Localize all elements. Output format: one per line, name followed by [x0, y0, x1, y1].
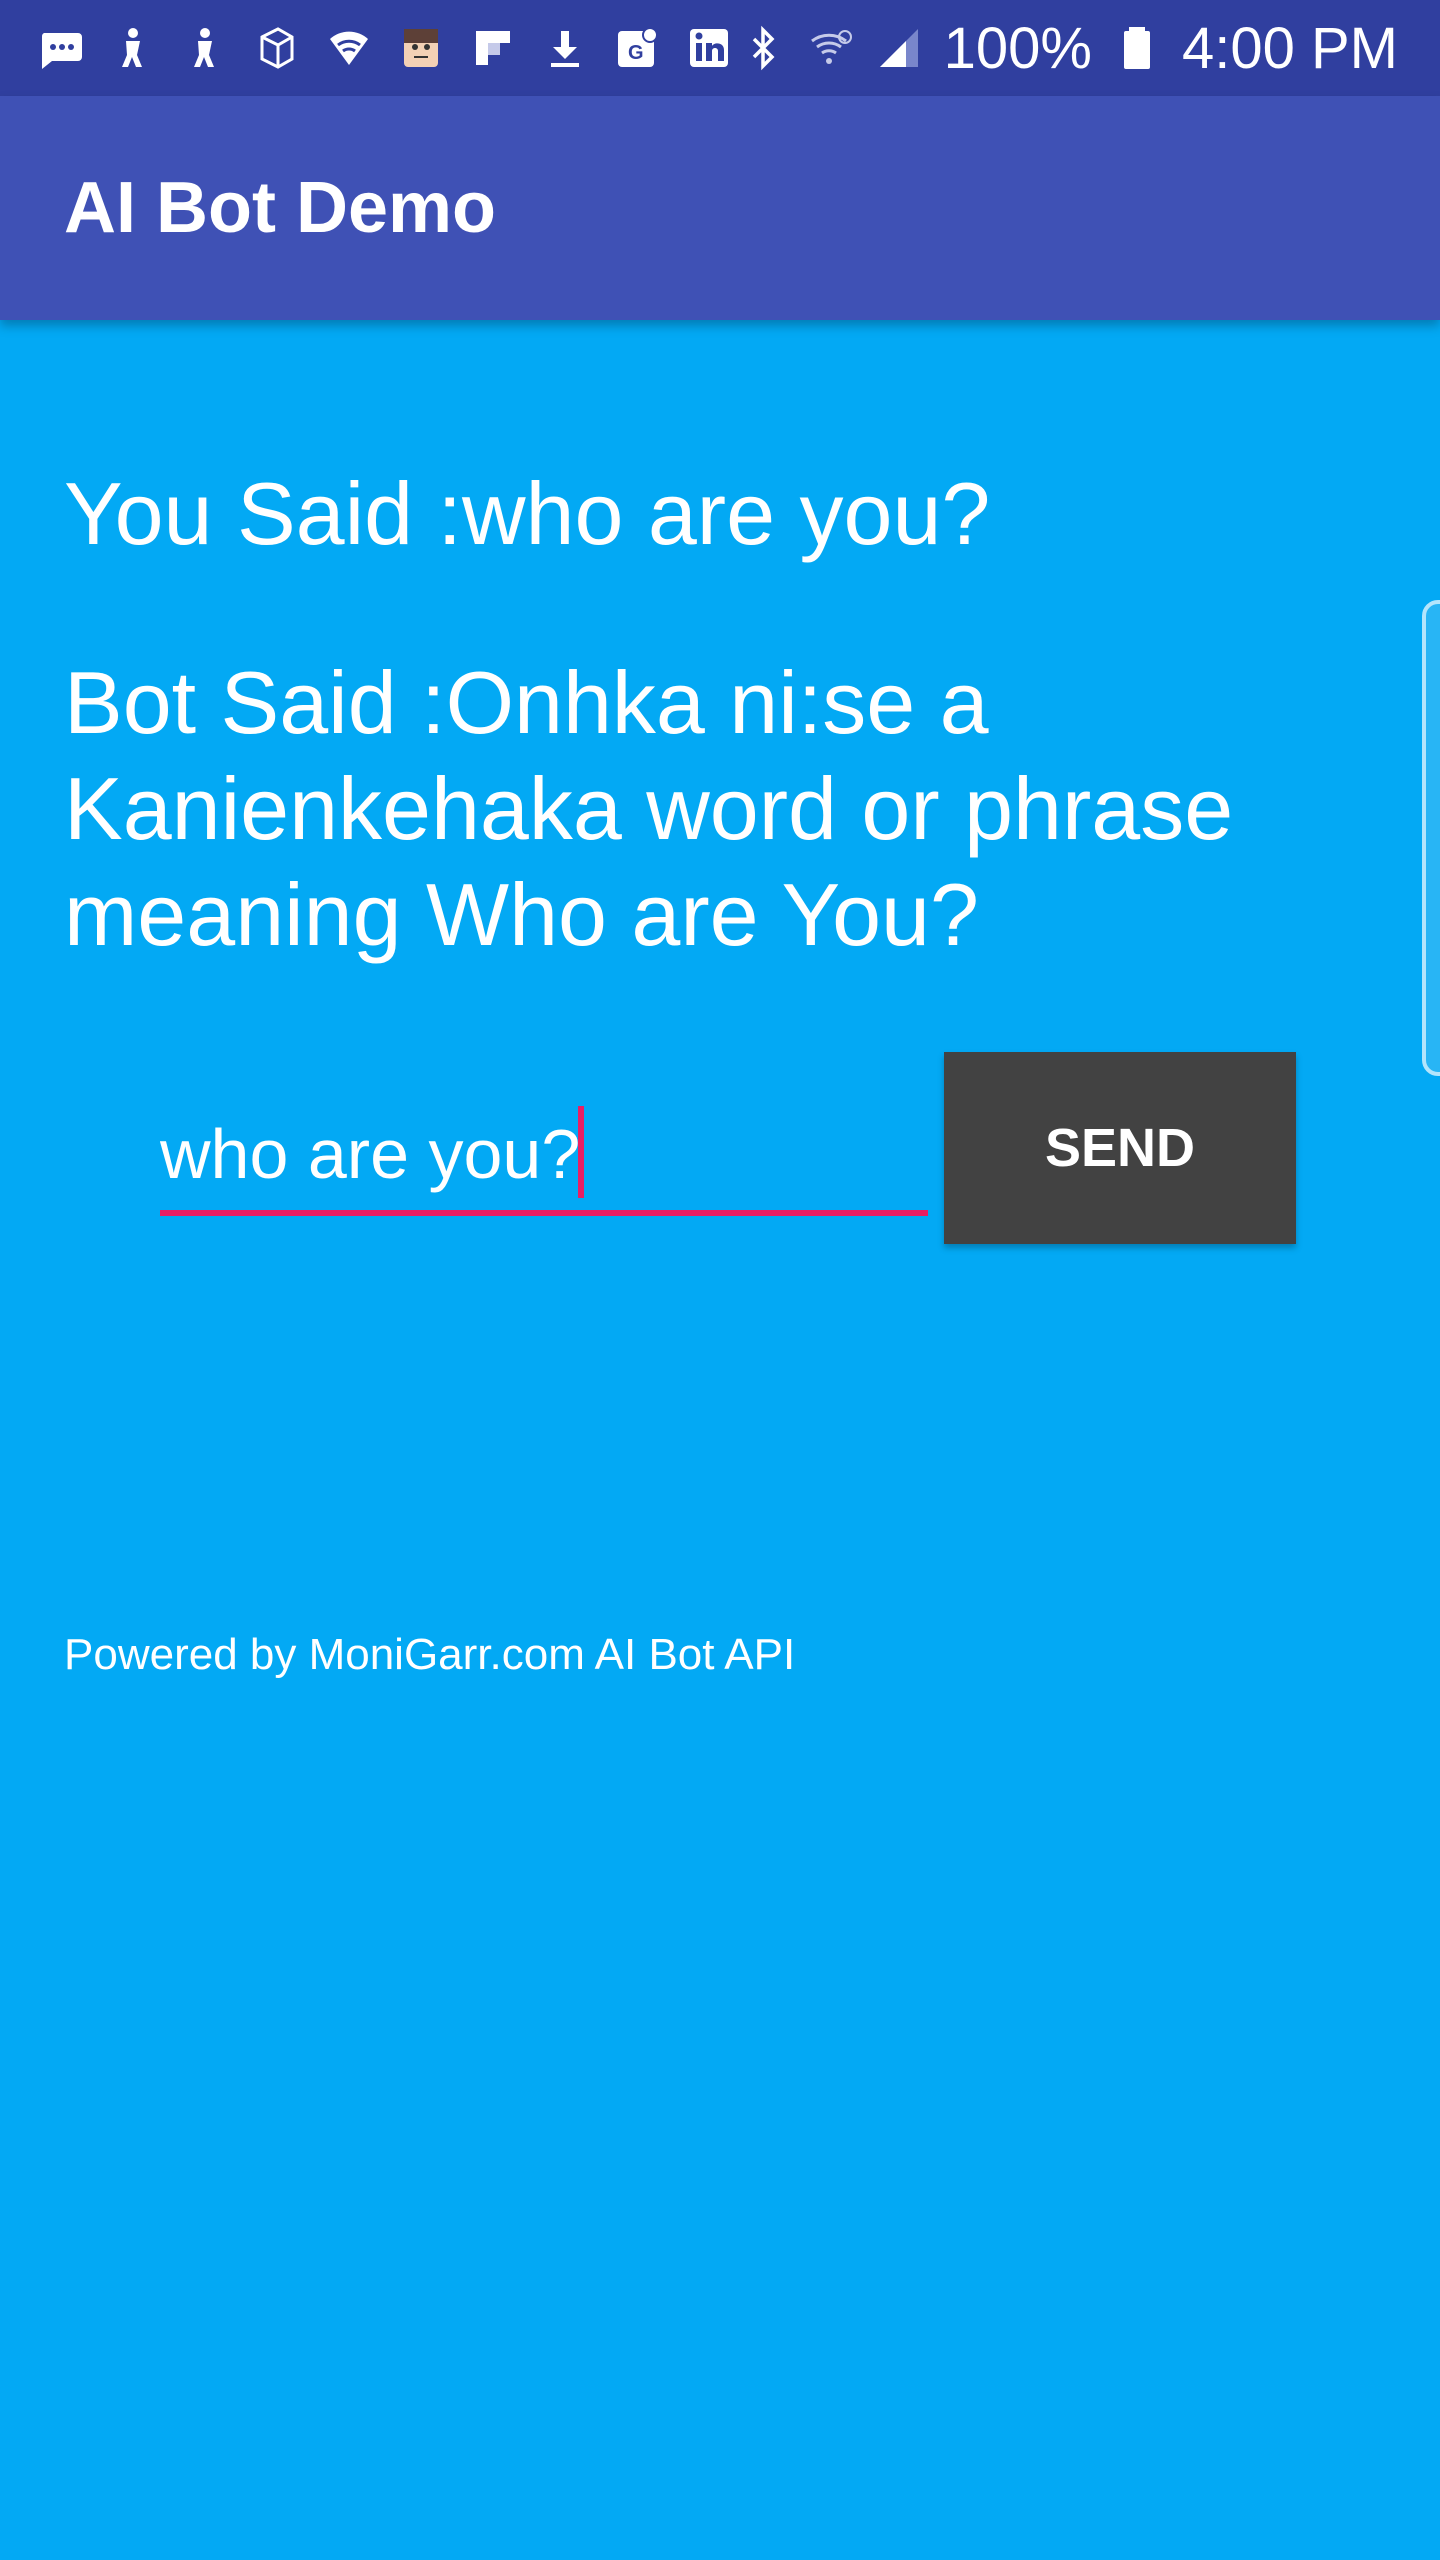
- text-cursor: [578, 1106, 584, 1198]
- flipboard-icon: [470, 25, 516, 71]
- powered-by-text: Powered by MoniGarr.com AI Bot API: [64, 1630, 796, 1679]
- notification-icons: G: [0, 25, 732, 71]
- clock: 4:00 PM: [1182, 15, 1398, 81]
- wifi-icon: [808, 25, 854, 71]
- figure-icon-2: [182, 25, 228, 71]
- cube-icon: [254, 25, 300, 71]
- system-indicators: 100% 4:00 PM: [740, 15, 1440, 82]
- signal-icon: [876, 25, 922, 71]
- message-input[interactable]: [160, 1098, 928, 1210]
- edge-panel-handle[interactable]: [1422, 600, 1440, 1076]
- app-title: AI Bot Demo: [64, 168, 496, 248]
- bluetooth-icon: [740, 25, 786, 71]
- send-button[interactable]: SEND: [944, 1052, 1296, 1244]
- download-icon: [542, 25, 588, 71]
- svg-text:G: G: [628, 42, 644, 64]
- bot-response: Bot Said :Onhka ni:se a Kanienkehaka wor…: [64, 653, 1234, 964]
- figure-icon: [110, 25, 156, 71]
- message-input-field[interactable]: [160, 1098, 928, 1216]
- avatar-icon: [398, 25, 444, 71]
- shield-wifi-icon: [326, 25, 372, 71]
- messages-icon: [38, 25, 84, 71]
- user-message: You Said :who are you?: [64, 464, 991, 563]
- battery-icon: [1114, 25, 1160, 71]
- app-bar: AI Bot Demo: [0, 96, 1440, 320]
- status-bar: G 100% 4:00 PM: [0, 0, 1440, 96]
- linkedin-icon: [686, 25, 732, 71]
- battery-percent: 100%: [943, 15, 1092, 81]
- maps-icon: G: [614, 25, 660, 71]
